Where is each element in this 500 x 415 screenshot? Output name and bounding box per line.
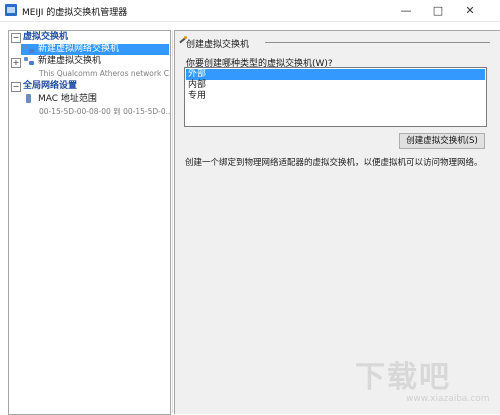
option-private[interactable]: 专用 <box>186 91 485 102</box>
network-switch-icon <box>23 56 35 66</box>
collapse-toggle-virtual-switches[interactable]: − <box>11 33 21 43</box>
option-internal[interactable]: 内部 <box>186 80 485 91</box>
tree-item-label: 新建虚拟交换机 <box>38 56 102 66</box>
tree-item-label: 新建虚拟网络交换机 <box>38 44 120 54</box>
tree-item-subtitle: This Qualcomm Atheros network C... <box>39 69 171 78</box>
maximize-button[interactable]: □ <box>424 0 452 21</box>
tree-header-virtual-switches: 虚拟交换机 <box>23 32 69 42</box>
switch-type-description: 创建一个绑定到物理网络适配器的虚拟交换机，以便虚拟机可以访问物理网络。 <box>185 158 483 168</box>
tree-header-global-network-settings: 全局网络设置 <box>23 81 78 91</box>
site-watermark: 下载吧 <box>355 360 451 395</box>
navigation-tree: − 虚拟交换机 新建虚拟网络交换机 + 新建虚拟交换机 This Qualcom… <box>8 30 171 415</box>
create-virtual-switch-button[interactable]: 创建虚拟交换机(S) <box>399 133 485 149</box>
section-title: 创建虚拟交换机 <box>186 40 250 50</box>
window-title: MEIJI 的虚拟交换机管理器 <box>22 8 128 18</box>
collapse-toggle-global-settings[interactable]: − <box>11 82 21 92</box>
option-external[interactable]: 外部 <box>186 69 485 80</box>
expand-toggle-new-switch[interactable]: + <box>11 58 21 68</box>
tree-item-new-virtual-network-switch[interactable]: 新建虚拟网络交换机 <box>21 44 169 55</box>
close-button[interactable]: ✕ <box>456 0 484 21</box>
minimize-button[interactable]: — <box>392 0 420 21</box>
title-bar: MEIJI 的虚拟交换机管理器 — □ ✕ <box>0 0 500 22</box>
tree-item-new-virtual-switch[interactable]: 新建虚拟交换机 <box>21 56 169 67</box>
section-divider <box>265 42 490 43</box>
app-icon <box>5 4 17 16</box>
network-switch-icon <box>23 44 35 54</box>
switch-type-listbox[interactable]: 外部 内部 专用 <box>184 67 487 127</box>
mac-range-value: 00-15-5D-00-08-00 到 00-15-5D-0... <box>39 107 171 116</box>
watermark-url: www.xiazaiba.com <box>406 394 490 404</box>
pane-splitter[interactable] <box>172 30 173 413</box>
tree-item-label: MAC 地址范围 <box>38 94 97 104</box>
tree-item-mac-address-range[interactable]: MAC 地址范围 <box>21 94 169 105</box>
mac-range-icon <box>23 94 35 104</box>
